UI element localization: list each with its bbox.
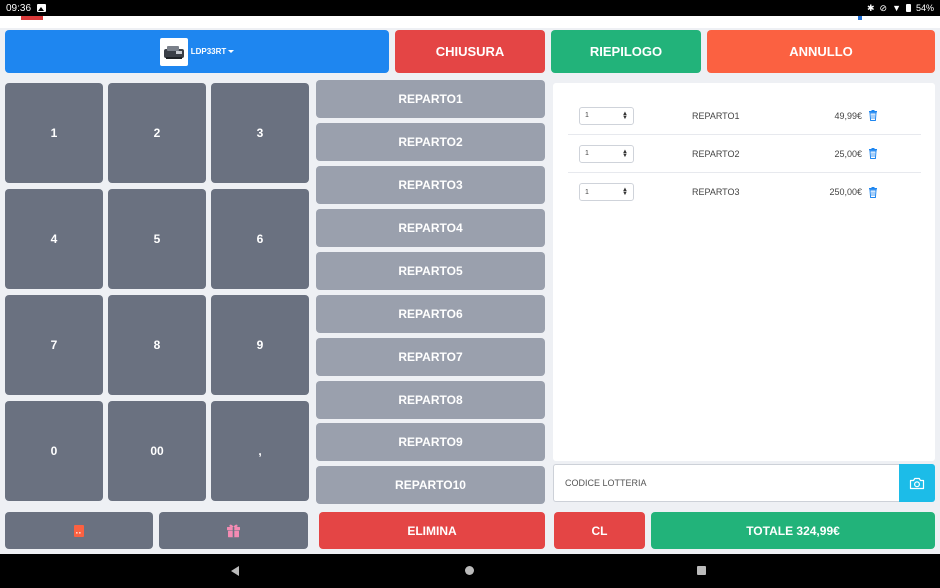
riepilogo-button[interactable]: RIEPILOGO [551, 30, 701, 73]
item-price: 49,99€ [834, 110, 862, 121]
reparto-button-2[interactable]: REPARTO2 [316, 123, 545, 161]
brand-mark [21, 16, 43, 20]
key-8[interactable]: 8 [108, 295, 206, 395]
key-2[interactable]: 2 [108, 83, 206, 183]
quantity-select[interactable]: 1 ▲ ▼ [579, 183, 634, 201]
gift-button[interactable] [159, 512, 308, 549]
quantity-value: 1 [585, 112, 589, 119]
key-0[interactable]: 0 [5, 401, 103, 501]
select-arrows-icon: ▲ ▼ [622, 110, 628, 121]
select-arrows-icon: ▲ ▼ [622, 148, 628, 159]
key-00[interactable]: 00 [108, 401, 206, 501]
battery-icon [905, 4, 911, 12]
printer-select-button[interactable]: LDP33RT [5, 30, 389, 73]
key-3[interactable]: 3 [211, 83, 309, 183]
reparto-button-4[interactable]: REPARTO4 [316, 209, 545, 247]
reparto-button-7[interactable]: REPARTO7 [316, 338, 545, 376]
status-bar: 09:36 ✱ ⊘ ▼ 54% [0, 0, 940, 16]
chiusura-button[interactable]: CHIUSURA [395, 30, 545, 73]
key-9[interactable]: 9 [211, 295, 309, 395]
blue-mark [858, 16, 862, 20]
battery-level: 54% [915, 3, 934, 13]
mute-icon: ⊘ [879, 2, 888, 13]
select-arrows-icon: ▲ ▼ [622, 187, 628, 197]
reparto-button-5[interactable]: REPARTO5 [316, 252, 545, 290]
item-name: REPARTO2 [692, 148, 740, 159]
quantity-value: 1 [585, 188, 589, 196]
cart-row: 1 ▲ ▼ REPARTO2 25,00€ [568, 135, 921, 173]
quantity-select[interactable]: 1 ▲ ▼ [579, 144, 634, 163]
reparto-button-3[interactable]: REPARTO3 [316, 166, 545, 204]
back-icon[interactable] [231, 566, 239, 576]
reparto-button-8[interactable]: REPARTO8 [316, 381, 545, 419]
reparto-button-10[interactable]: REPARTO10 [316, 466, 545, 504]
item-price: 25,00€ [834, 148, 862, 159]
trash-icon[interactable] [868, 148, 878, 159]
annullo-button[interactable]: ANNULLO [707, 30, 935, 73]
reparto-button-6[interactable]: REPARTO6 [316, 295, 545, 333]
key-5[interactable]: 5 [108, 189, 206, 289]
printer-icon [159, 37, 188, 66]
wifi-icon: ▼ [892, 2, 901, 13]
image-notification-icon [37, 4, 47, 12]
home-icon[interactable] [465, 566, 474, 575]
status-time: 09:36 [6, 2, 32, 14]
camera-icon [909, 477, 925, 489]
cart-panel: 1 ▲ ▼ REPARTO1 49,99€ 1 ▲ ▼ REPARTO2 25,00… [553, 83, 935, 461]
elimina-button[interactable]: ELIMINA [319, 512, 545, 549]
item-name: REPARTO1 [692, 110, 740, 121]
item-name: REPARTO3 [692, 187, 740, 197]
bluetooth-icon: ✱ [866, 2, 875, 13]
lottery-code-input[interactable] [553, 464, 899, 502]
key-1[interactable]: 1 [5, 83, 103, 183]
reparto-button-9[interactable]: REPARTO9 [316, 423, 545, 461]
reparto-button-1[interactable]: REPARTO1 [316, 80, 545, 118]
receipt-button[interactable] [5, 512, 153, 549]
camera-scan-button[interactable] [899, 464, 935, 502]
key-6[interactable]: 6 [211, 189, 309, 289]
key-comma[interactable]: , [211, 401, 309, 501]
app-top-strip [0, 16, 940, 28]
gift-icon [227, 524, 240, 538]
chevron-down-icon [228, 50, 235, 53]
clear-button[interactable]: CL [554, 512, 645, 549]
cart-row: 1 ▲ ▼ REPARTO3 250,00€ [568, 173, 921, 211]
item-price: 250,00€ [829, 187, 862, 197]
totale-button[interactable]: TOTALE 324,99€ [651, 512, 935, 549]
receipt-icon [74, 524, 84, 537]
quantity-value: 1 [585, 150, 589, 157]
cart-row: 1 ▲ ▼ REPARTO1 49,99€ [568, 97, 921, 135]
recent-apps-icon[interactable] [697, 566, 706, 575]
trash-icon[interactable] [868, 110, 878, 121]
key-7[interactable]: 7 [5, 295, 103, 395]
key-4[interactable]: 4 [5, 189, 103, 289]
printer-name: LDP33RT [190, 47, 227, 56]
system-nav-bar [0, 554, 940, 588]
trash-icon[interactable] [868, 186, 878, 198]
quantity-select[interactable]: 1 ▲ ▼ [579, 106, 634, 125]
